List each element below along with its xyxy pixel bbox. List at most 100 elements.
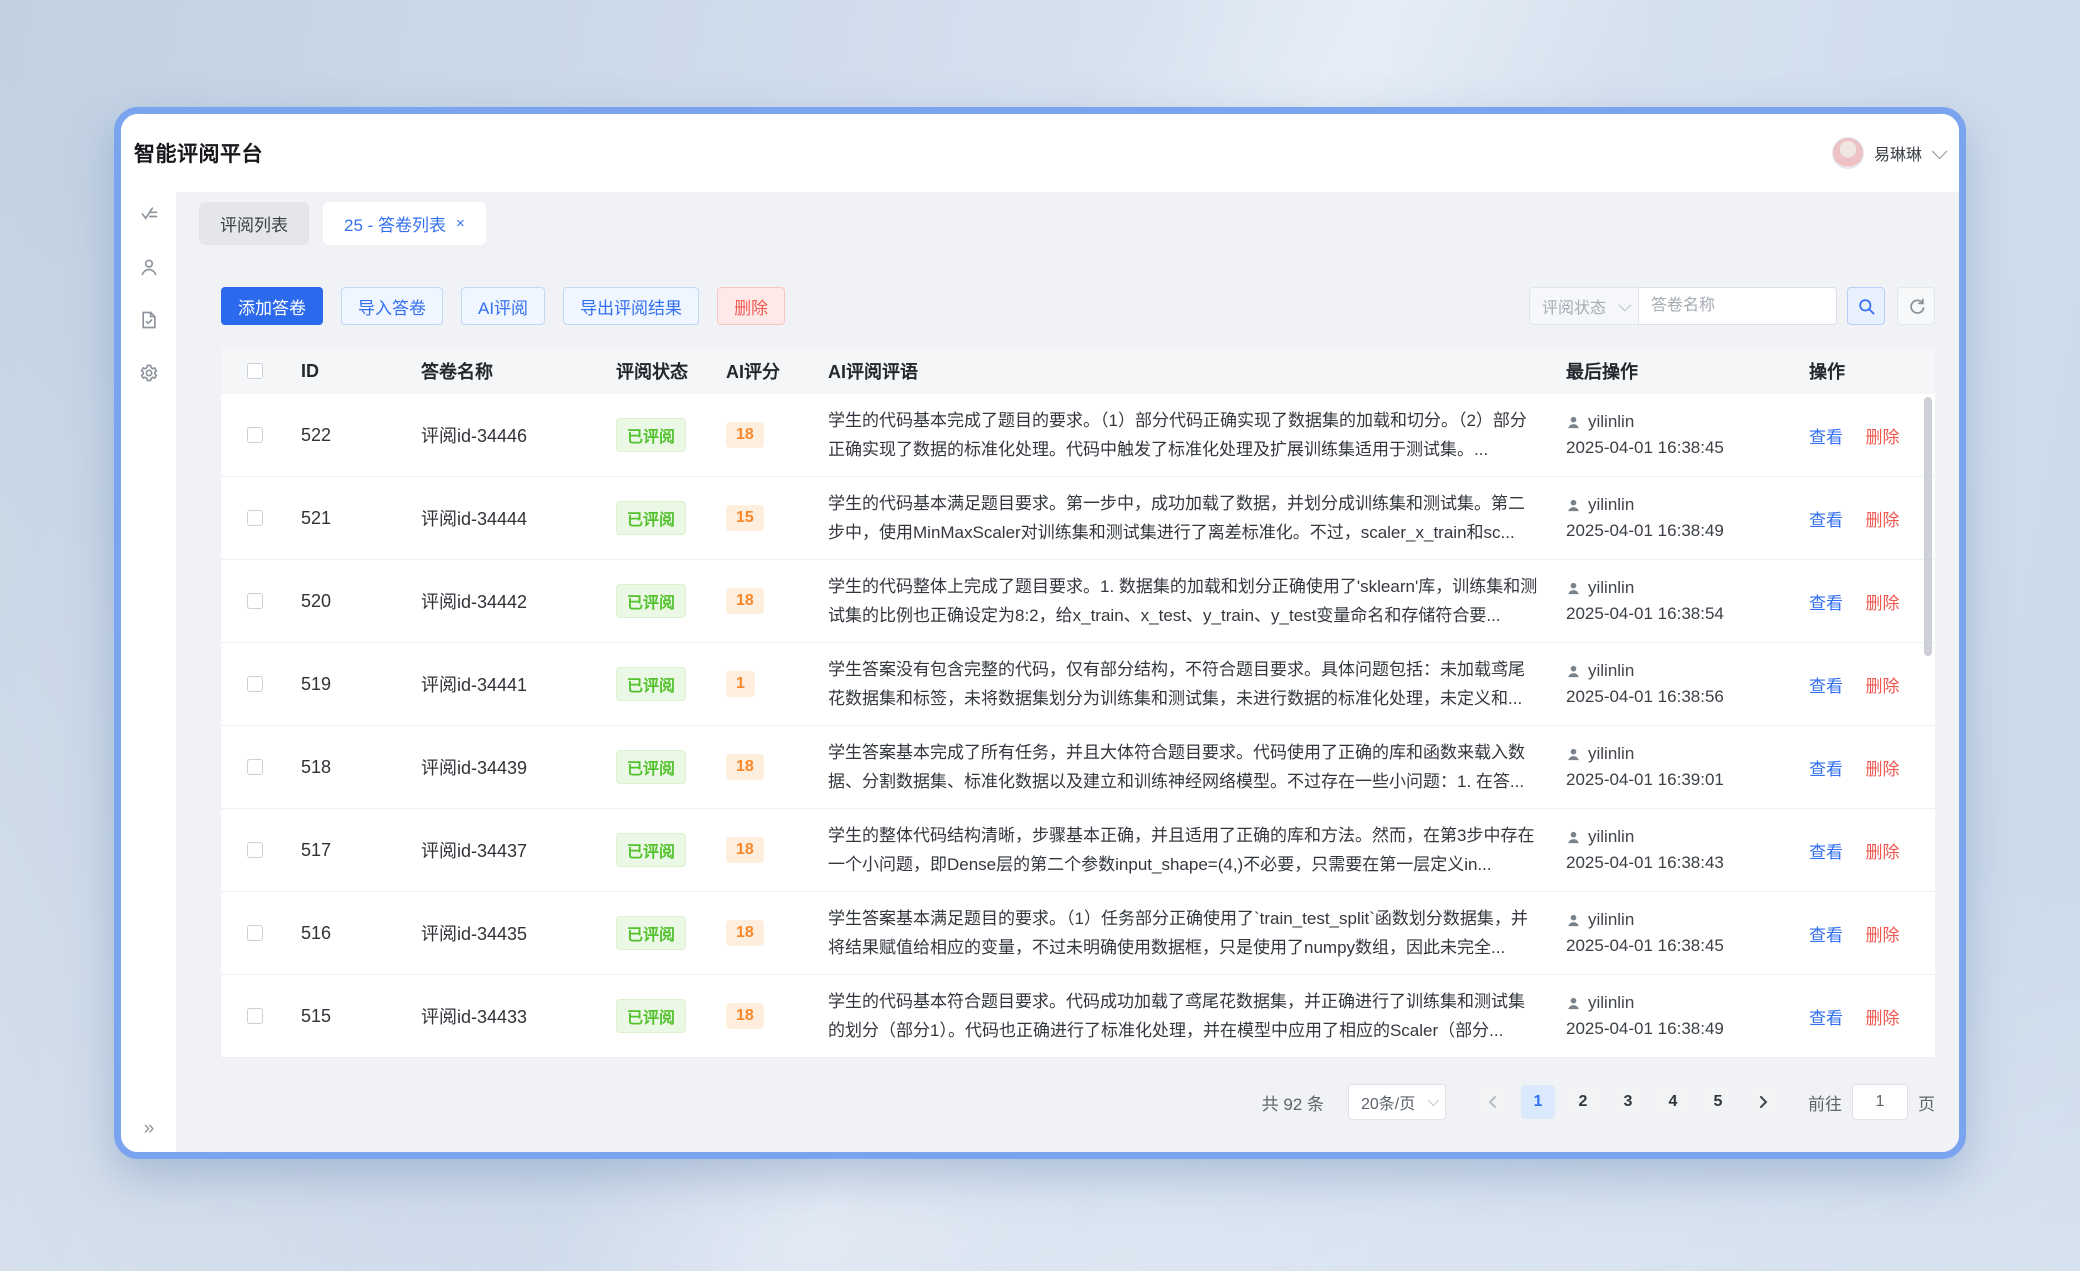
row-id: 521 [281,508,401,529]
document-check-icon[interactable] [139,310,159,330]
status-badge: 已评阅 [616,667,686,701]
row-checkbox[interactable] [247,759,263,775]
app-title: 智能评阅平台 [134,138,263,168]
view-link[interactable]: 查看 [1809,594,1843,613]
view-link[interactable]: 查看 [1809,428,1843,447]
view-link[interactable]: 查看 [1809,760,1843,779]
row-operator: yilinlin [1588,993,1634,1013]
ai-review-button[interactable]: AI评阅 [461,287,545,325]
user-icon[interactable] [139,257,159,277]
page-button-1[interactable]: 1 [1521,1085,1555,1119]
row-lastop: yilinlin 2025-04-01 16:38:56 [1550,661,1795,707]
add-answer-button[interactable]: 添加答卷 [221,287,323,325]
row-time: 2025-04-01 16:38:43 [1566,853,1795,873]
delete-link[interactable]: 删除 [1865,511,1899,530]
close-icon[interactable]: × [456,216,465,231]
row-checkbox[interactable] [247,1008,263,1024]
row-checkbox[interactable] [247,427,263,443]
answer-table: ID 答卷名称 评阅状态 AI评分 AI评阅评语 最后操作 操作 522 评阅i… [221,348,1935,1058]
status-badge: 已评阅 [616,833,686,867]
next-page-button[interactable] [1746,1085,1780,1119]
person-icon [1566,415,1581,430]
column-header-id: ID [281,361,401,382]
delete-link[interactable]: 删除 [1865,926,1899,945]
export-results-button[interactable]: 导出评阅结果 [563,287,699,325]
row-checkbox[interactable] [247,842,263,858]
view-link[interactable]: 查看 [1809,843,1843,862]
delete-link[interactable]: 删除 [1865,428,1899,447]
table-row: 521 评阅id-34444 已评阅 15 学生的代码基本满足题目要求。第一步中… [221,477,1935,560]
main-content: 评阅列表 25 - 答卷列表 × 添加答卷 导入答卷 AI评阅 导出评阅结果 删… [177,192,1959,1152]
tab-answer-list[interactable]: 25 - 答卷列表 × [323,202,486,245]
table-row: 518 评阅id-34439 已评阅 18 学生答案基本完成了所有任务，并且大体… [221,726,1935,809]
row-time: 2025-04-01 16:38:45 [1566,438,1795,458]
search-button[interactable] [1847,287,1885,325]
chevron-down-icon [1932,143,1948,159]
row-checkbox[interactable] [247,925,263,941]
user-menu[interactable]: 易琳琳 [1832,137,1943,169]
view-link[interactable]: 查看 [1809,1009,1843,1028]
delete-link[interactable]: 删除 [1865,594,1899,613]
table-scrollbar[interactable] [1924,397,1932,656]
row-checkbox[interactable] [247,676,263,692]
page-button-3[interactable]: 3 [1611,1085,1645,1119]
page-button-4[interactable]: 4 [1656,1085,1690,1119]
user-name: 易琳琳 [1874,141,1922,165]
goto-page-input[interactable] [1852,1084,1908,1120]
prev-page-button[interactable] [1476,1085,1510,1119]
gear-icon[interactable] [139,363,159,383]
review-status-select[interactable]: 评阅状态 [1529,287,1639,325]
row-actions: 查看 删除 [1795,1004,1935,1029]
checklist-icon[interactable] [139,204,159,224]
row-id: 520 [281,591,401,612]
row-checkbox[interactable] [247,593,263,609]
row-operator: yilinlin [1588,412,1634,432]
row-time: 2025-04-01 16:38:49 [1566,521,1795,541]
goto-label: 前往 [1808,1090,1842,1115]
chevron-right-icon [1757,1096,1769,1108]
view-link[interactable]: 查看 [1809,677,1843,696]
delete-link[interactable]: 删除 [1865,760,1899,779]
avatar[interactable] [1832,137,1864,169]
tab-label: 25 - 答卷列表 [344,211,446,236]
page-button-5[interactable]: 5 [1701,1085,1735,1119]
page-size-select[interactable]: 20条/页 [1348,1084,1446,1120]
filter-group: 评阅状态 [1529,287,1935,325]
row-operator: yilinlin [1588,578,1634,598]
delete-link[interactable]: 删除 [1865,1009,1899,1028]
row-name: 评阅id-34439 [401,754,596,780]
import-answer-button[interactable]: 导入答卷 [341,287,443,325]
refresh-button[interactable] [1897,287,1935,325]
answer-name-input[interactable] [1639,287,1837,325]
view-link[interactable]: 查看 [1809,926,1843,945]
row-actions: 查看 删除 [1795,423,1935,448]
row-time: 2025-04-01 16:38:49 [1566,1019,1795,1039]
total-count: 共 92 条 [1262,1090,1324,1115]
score-badge: 18 [726,422,764,448]
status-badge: 已评阅 [616,584,686,618]
row-comment: 学生的整体代码结构清晰，步骤基本正确，并且适用了正确的库和方法。然而，在第3步中… [814,821,1550,879]
delete-button[interactable]: 删除 [717,287,785,325]
view-link[interactable]: 查看 [1809,511,1843,530]
score-badge: 18 [726,754,764,780]
row-name: 评阅id-34437 [401,837,596,863]
row-name: 评阅id-34446 [401,422,596,448]
row-lastop: yilinlin 2025-04-01 16:38:49 [1550,993,1795,1039]
status-badge: 已评阅 [616,999,686,1033]
delete-link[interactable]: 删除 [1865,843,1899,862]
person-icon [1566,830,1581,845]
tab-review-list[interactable]: 评阅列表 [199,202,309,245]
select-all-checkbox[interactable] [247,363,263,379]
row-checkbox[interactable] [247,510,263,526]
row-name: 评阅id-34433 [401,1003,596,1029]
row-actions: 查看 删除 [1795,672,1935,697]
delete-link[interactable]: 删除 [1865,677,1899,696]
page-button-2[interactable]: 2 [1566,1085,1600,1119]
row-id: 519 [281,674,401,695]
row-id: 522 [281,425,401,446]
row-comment: 学生答案基本满足题目的要求。（1）任务部分正确使用了`train_test_sp… [814,904,1550,962]
table-row: 515 评阅id-34433 已评阅 18 学生的代码基本符合题目要求。代码成功… [221,975,1935,1058]
score-badge: 18 [726,920,764,946]
sidebar-collapse-icon[interactable]: » [121,1118,177,1140]
row-actions: 查看 删除 [1795,921,1935,946]
